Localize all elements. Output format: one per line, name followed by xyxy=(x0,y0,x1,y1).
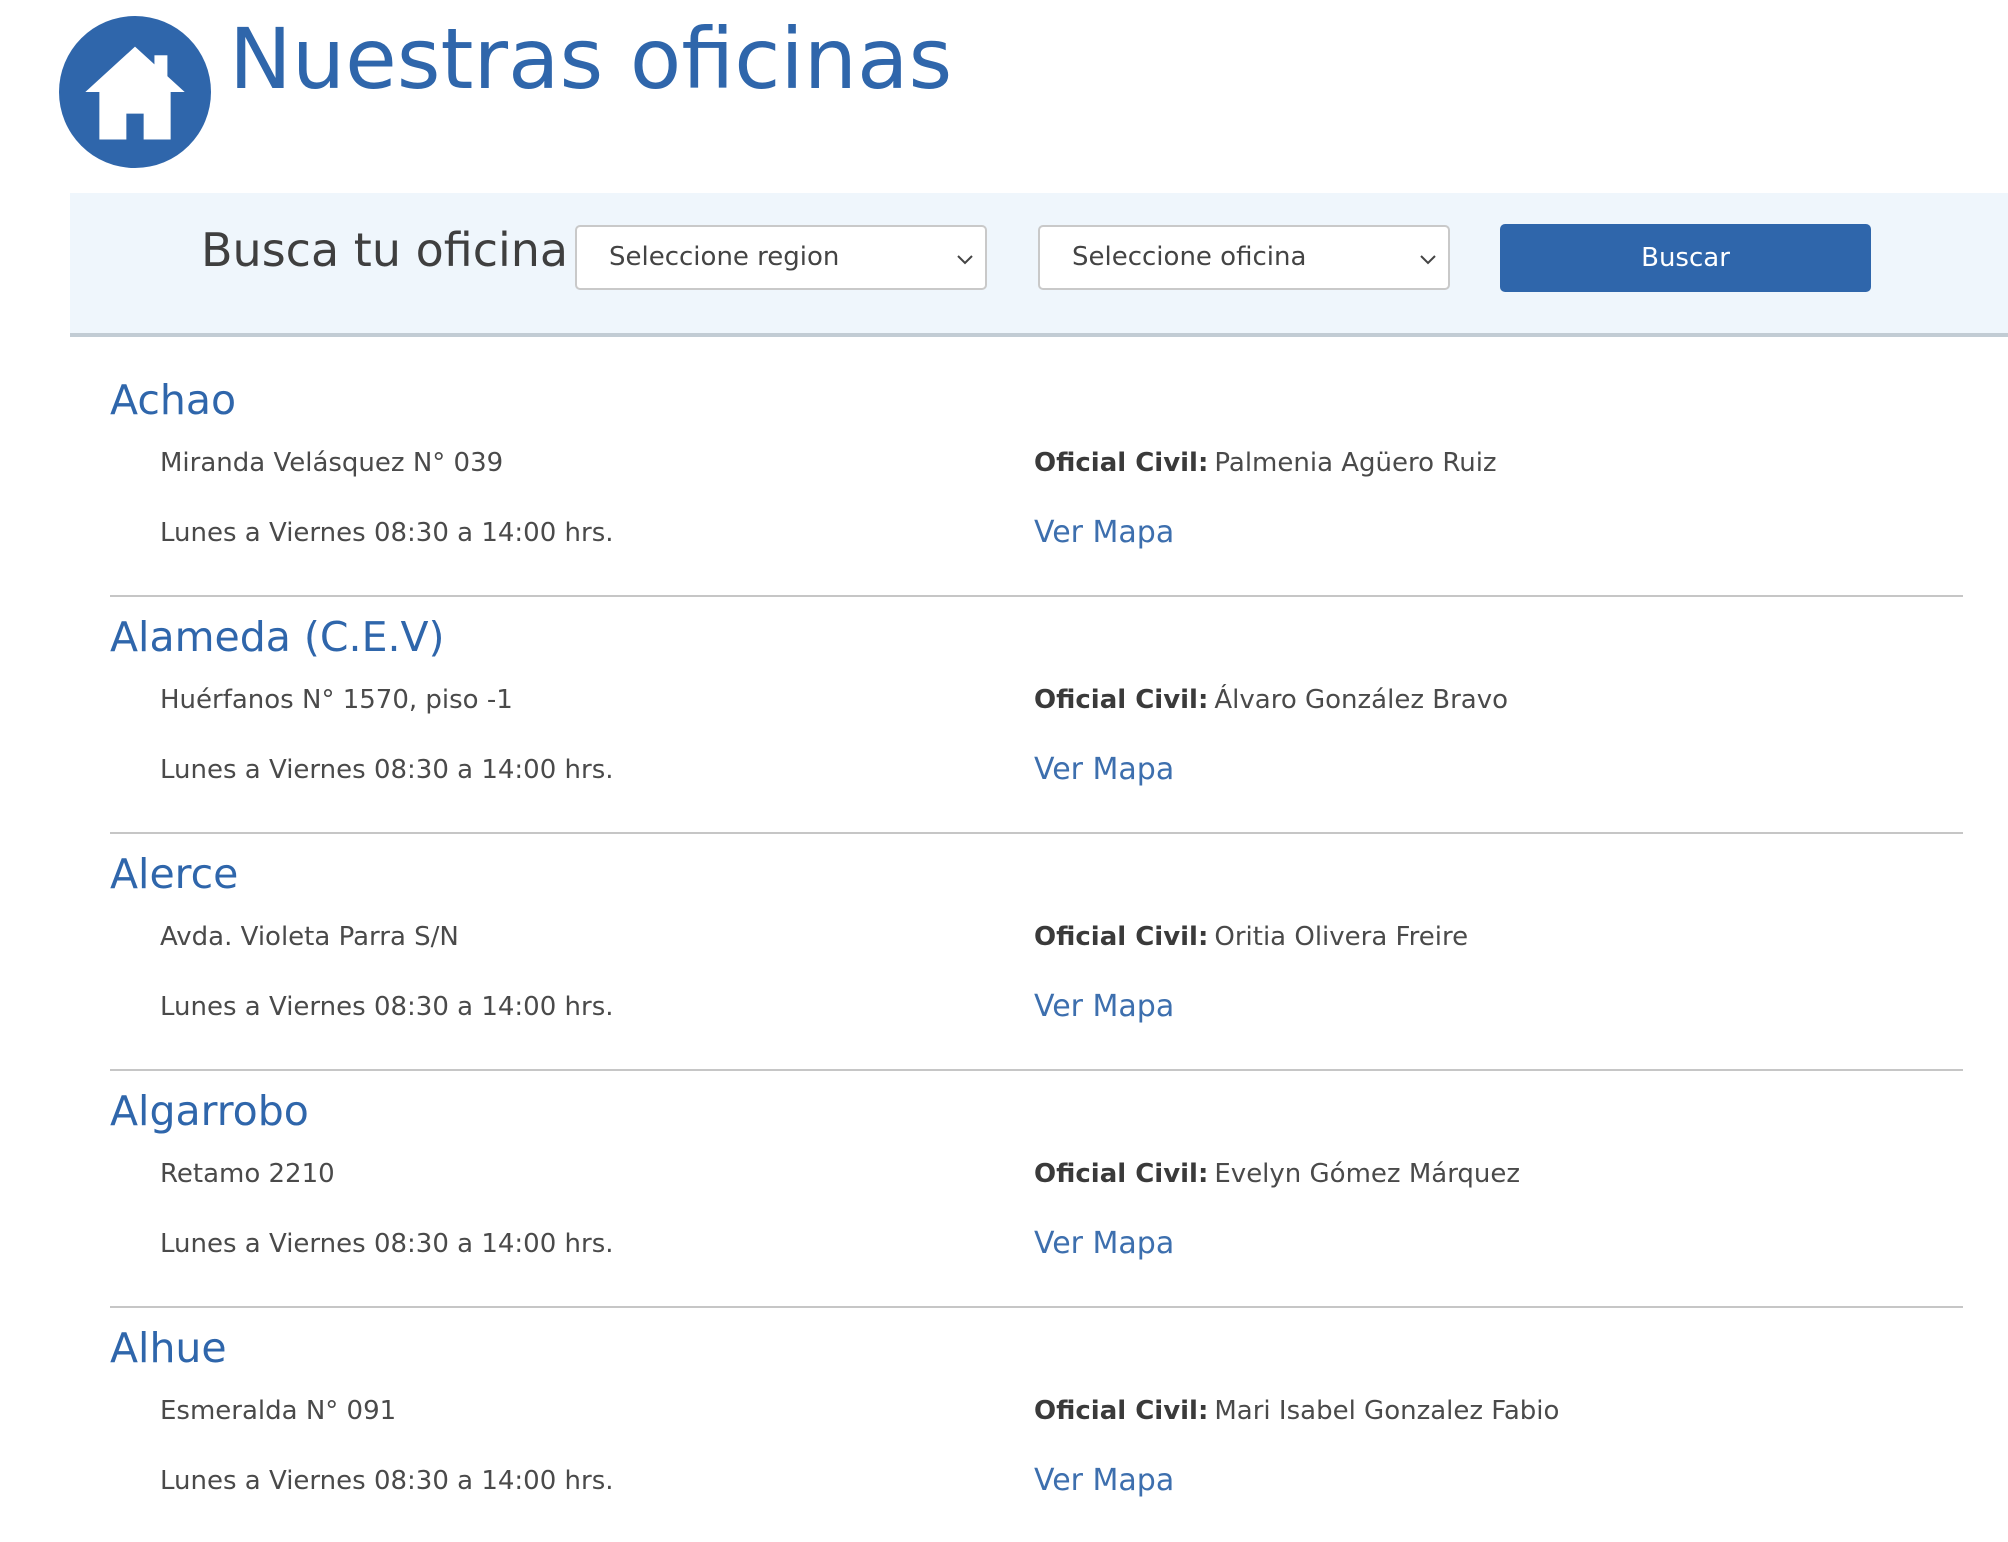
office-hours: Lunes a Viernes 08:30 a 14:00 hrs. xyxy=(160,755,614,785)
office-name: Alameda (C.E.V) xyxy=(110,613,445,661)
region-select-value: Seleccione region xyxy=(609,242,840,272)
official-label: Oficial Civil: xyxy=(1034,448,1209,478)
office-official: Oficial Civil: Palmenia Agüero Ruiz xyxy=(1034,445,1497,481)
office-address: Retamo 2210 xyxy=(160,1159,335,1189)
office-hours: Lunes a Viernes 08:30 a 14:00 hrs. xyxy=(160,1466,614,1496)
office-official: Oficial Civil: Álvaro González Bravo xyxy=(1034,682,1508,718)
official-label: Oficial Civil: xyxy=(1034,1159,1209,1189)
official-name: Palmenia Agüero Ruiz xyxy=(1214,448,1497,478)
office-address: Miranda Velásquez N° 039 xyxy=(160,448,504,478)
office-item: Alerce Avda. Violeta Parra S/N Lunes a V… xyxy=(110,834,1963,1071)
official-name: Mari Isabel Gonzalez Fabio xyxy=(1214,1396,1560,1426)
view-map-link[interactable]: Ver Mapa xyxy=(1034,986,1174,1028)
office-list: Achao Miranda Velásquez N° 039 Lunes a V… xyxy=(110,360,1963,1542)
view-map-link[interactable]: Ver Mapa xyxy=(1034,512,1174,554)
office-address: Esmeralda N° 091 xyxy=(160,1396,397,1426)
office-address: Avda. Violeta Parra S/N xyxy=(160,922,459,952)
office-hours: Lunes a Viernes 08:30 a 14:00 hrs. xyxy=(160,992,614,1022)
official-name: Oritia Olivera Freire xyxy=(1214,922,1469,952)
office-hours: Lunes a Viernes 08:30 a 14:00 hrs. xyxy=(160,1229,614,1259)
office-item: Algarrobo Retamo 2210 Lunes a Viernes 08… xyxy=(110,1071,1963,1308)
chevron-down-icon xyxy=(1420,255,1436,265)
view-map-link[interactable]: Ver Mapa xyxy=(1034,1460,1174,1502)
region-select[interactable]: Seleccione region xyxy=(575,225,987,290)
search-button[interactable]: Buscar xyxy=(1500,224,1871,292)
office-name: Alerce xyxy=(110,850,239,898)
office-item: Achao Miranda Velásquez N° 039 Lunes a V… xyxy=(110,360,1963,597)
official-label: Oficial Civil: xyxy=(1034,922,1209,952)
view-map-link[interactable]: Ver Mapa xyxy=(1034,749,1174,791)
page: Nuestras oficinas Busca tu oficina Selec… xyxy=(0,0,2008,1542)
office-item: Alhue Esmeralda N° 091 Lunes a Viernes 0… xyxy=(110,1308,1963,1542)
search-bar-divider xyxy=(70,333,2008,337)
official-label: Oficial Civil: xyxy=(1034,685,1209,715)
chevron-down-icon xyxy=(957,255,973,265)
office-official: Oficial Civil: Mari Isabel Gonzalez Fabio xyxy=(1034,1393,1559,1429)
office-select-value: Seleccione oficina xyxy=(1072,242,1307,272)
office-select[interactable]: Seleccione oficina xyxy=(1038,225,1450,290)
office-name: Algarrobo xyxy=(110,1087,309,1135)
office-item: Alameda (C.E.V) Huérfanos N° 1570, piso … xyxy=(110,597,1963,834)
search-heading: Busca tu oficina xyxy=(201,223,569,277)
page-title: Nuestras oficinas xyxy=(229,10,953,108)
house-shape xyxy=(85,46,185,140)
office-official: Oficial Civil: Evelyn Gómez Márquez xyxy=(1034,1156,1520,1192)
office-name: Achao xyxy=(110,376,237,424)
official-label: Oficial Civil: xyxy=(1034,1396,1209,1426)
office-hours: Lunes a Viernes 08:30 a 14:00 hrs. xyxy=(160,518,614,548)
official-name: Evelyn Gómez Márquez xyxy=(1214,1159,1521,1189)
view-map-link[interactable]: Ver Mapa xyxy=(1034,1223,1174,1265)
official-name: Álvaro González Bravo xyxy=(1214,685,1508,715)
office-official: Oficial Civil: Oritia Olivera Freire xyxy=(1034,919,1468,955)
office-address: Huérfanos N° 1570, piso -1 xyxy=(160,685,513,715)
office-name: Alhue xyxy=(110,1324,227,1372)
home-icon xyxy=(59,16,211,168)
